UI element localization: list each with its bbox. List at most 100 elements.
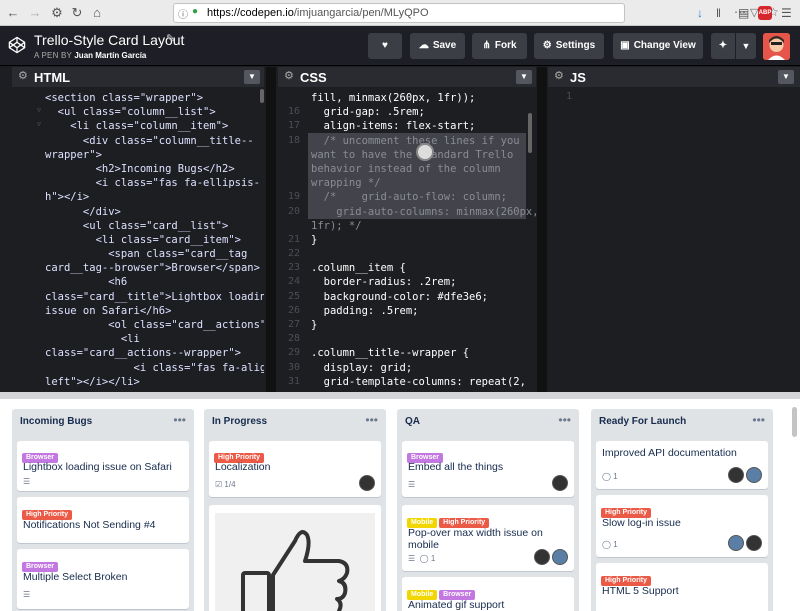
- html-code-line[interactable]: <ul class="card__list">: [45, 219, 264, 233]
- css-code-row[interactable]: 17 align-items: flex-start;: [278, 119, 536, 133]
- css-settings-gear-icon[interactable]: ⚙: [284, 69, 294, 82]
- css-code-row[interactable]: 30 display: grid;: [278, 361, 536, 375]
- editor-divider-2[interactable]: [537, 67, 547, 392]
- css-code-row[interactable]: 20 grid-auto-columns: minmax(260px,: [278, 205, 536, 219]
- url-bar[interactable]: ⓘ ● https://codepen.io/imjuangarcia/pen/…: [173, 3, 779, 23]
- codepen-logo-icon[interactable]: [8, 36, 26, 54]
- ellipsis-icon[interactable]: •••: [752, 413, 765, 427]
- css-code-row[interactable]: 22: [278, 247, 536, 261]
- css-code-row[interactable]: 28: [278, 332, 536, 346]
- user-avatar[interactable]: [763, 33, 790, 60]
- html-code-line[interactable]: <h2>Incoming Bugs</h2>: [45, 162, 264, 176]
- html-code-line[interactable]: left"></i></li>: [45, 375, 264, 389]
- css-code-row[interactable]: 23 .column__item {: [278, 261, 536, 275]
- save-button[interactable]: ☁ Save: [410, 33, 465, 59]
- menu-icon[interactable]: ☰: [781, 5, 792, 21]
- author-name[interactable]: Juan Martín García: [74, 51, 146, 60]
- js-settings-gear-icon[interactable]: ⚙: [554, 69, 564, 82]
- html-code-line[interactable]: <li class="column__item">: [45, 119, 264, 133]
- heart-button[interactable]: ♥: [368, 33, 402, 59]
- member-avatar[interactable]: [552, 549, 568, 565]
- card[interactable]: Browser Embed all the things ☰: [402, 441, 574, 497]
- html-code-line[interactable]: class="card__title">Lightbox loading: [45, 290, 264, 304]
- reload-icon[interactable]: ↻: [68, 4, 86, 22]
- css-scrollbar[interactable]: [528, 113, 532, 153]
- card[interactable]: Improved API documentation ◯ 1: [596, 441, 768, 489]
- css-code-row[interactable]: 19 /* grid-auto-flow: column;: [278, 190, 536, 204]
- sidebar-icon[interactable]: ▤: [738, 5, 749, 21]
- html-code-line[interactable]: <h6: [45, 275, 264, 289]
- html-code-line[interactable]: card__tag--browser">Browser</span>: [45, 261, 264, 275]
- js-editor[interactable]: 1: [548, 87, 800, 392]
- ellipsis-icon[interactable]: •••: [558, 413, 571, 427]
- css-code-row[interactable]: 26 padding: .5rem;: [278, 304, 536, 318]
- card[interactable]: Mobile High Priority Pop-over max width i…: [402, 505, 574, 571]
- css-code-row[interactable]: 1fr); */: [278, 219, 536, 233]
- css-code-row[interactable]: 16 grid-gap: .5rem;: [278, 105, 536, 119]
- card[interactable]: High Priority Slow log-in issue ◯ 1: [596, 495, 768, 557]
- html-code-line[interactable]: <li class="card__item">: [45, 233, 264, 247]
- member-avatar[interactable]: [746, 535, 762, 551]
- css-code-row[interactable]: 25 background-color: #dfe3e6;: [278, 290, 536, 304]
- card[interactable]: High Priority Notifications Not Sending …: [17, 497, 189, 543]
- js-editor-dropdown-icon[interactable]: ▼: [778, 70, 794, 84]
- member-avatar[interactable]: [534, 549, 550, 565]
- html-code-line[interactable]: wrapper">: [45, 148, 264, 162]
- css-code[interactable]: fill, minmax(260px, 1fr)); 16 grid-gap: .…: [278, 91, 536, 389]
- css-code-row[interactable]: want to have the standard Trello: [278, 148, 536, 162]
- html-code-line[interactable]: issue on Safari</h6>: [45, 304, 264, 318]
- html-code-line[interactable]: <ol class="card__actions">: [45, 318, 264, 332]
- adblock-icon[interactable]: ABP: [758, 6, 772, 20]
- fork-button[interactable]: ⋔ Fork: [472, 33, 527, 59]
- html-code-line[interactable]: </div>: [45, 205, 264, 219]
- pen-title[interactable]: Trello-Style Card Layout: [34, 32, 184, 48]
- pin-dropdown-button[interactable]: ▼: [736, 33, 756, 59]
- html-code-line[interactable]: <div class="column__title--: [45, 134, 264, 148]
- ellipsis-icon[interactable]: •••: [365, 413, 378, 427]
- css-code-row[interactable]: 29 .column__title--wrapper {: [278, 346, 536, 360]
- home-icon[interactable]: ⌂: [88, 4, 106, 22]
- css-code-row[interactable]: 21}: [278, 233, 536, 247]
- card[interactable]: High Priority HTML 5 Support: [596, 563, 768, 611]
- member-avatar[interactable]: [728, 467, 744, 483]
- card[interactable]: [209, 505, 381, 611]
- back-icon[interactable]: ←: [4, 4, 22, 22]
- change-view-button[interactable]: ▣ Change View: [613, 33, 703, 59]
- card[interactable]: High Priority Localization ☑ 1/4: [209, 441, 381, 497]
- download-icon[interactable]: ↓: [697, 5, 703, 21]
- member-avatar[interactable]: [359, 475, 375, 491]
- css-editor[interactable]: fill, minmax(260px, 1fr)); 16 grid-gap: .…: [278, 87, 536, 392]
- css-code-row[interactable]: 31 grid-template-columns: repeat(2,: [278, 375, 536, 389]
- html-settings-gear-icon[interactable]: ⚙: [18, 69, 28, 82]
- info-icon[interactable]: ⓘ: [178, 6, 188, 21]
- html-code-line[interactable]: <section class="wrapper">: [45, 91, 264, 105]
- card[interactable]: Browser Lightbox loading issue on Safari…: [17, 441, 189, 491]
- ellipsis-icon[interactable]: •••: [173, 413, 186, 427]
- html-code-line[interactable]: <span class="card__tag: [45, 247, 264, 261]
- result-scrollbar[interactable]: [792, 407, 797, 437]
- html-code-line[interactable]: <li: [45, 332, 264, 346]
- card[interactable]: Browser Multiple Select Broken ☰: [17, 549, 189, 609]
- css-editor-dropdown-icon[interactable]: ▼: [516, 70, 532, 84]
- member-avatar[interactable]: [552, 475, 568, 491]
- html-code-line[interactable]: <i class="fas fa-align-: [45, 361, 265, 375]
- html-code-line[interactable]: <ul class="column__list">: [45, 105, 264, 119]
- forward-icon[interactable]: →: [26, 4, 44, 22]
- html-editor-dropdown-icon[interactable]: ▼: [244, 70, 260, 84]
- card[interactable]: Mobile Browser Animated gif support: [402, 577, 574, 611]
- css-code-row[interactable]: fill, minmax(260px, 1fr));: [278, 91, 536, 105]
- pin-button[interactable]: ✦: [711, 33, 735, 59]
- member-avatar[interactable]: [746, 467, 762, 483]
- editor-divider[interactable]: [266, 67, 276, 392]
- html-editor[interactable]: ▿ ▿ <section class="wrapper"> <ul class=…: [12, 87, 264, 392]
- html-code-line[interactable]: <i class="fas fa-ellipsis-: [45, 176, 264, 190]
- pencil-icon[interactable]: ✎: [166, 32, 175, 45]
- css-code-row[interactable]: wrapping */: [278, 176, 536, 190]
- css-code-row[interactable]: 18 /* uncomment these lines if you: [278, 134, 536, 148]
- css-code-row[interactable]: 27}: [278, 318, 536, 332]
- html-code-line[interactable]: class="card__actions--wrapper">: [45, 346, 264, 360]
- css-code-row[interactable]: 24 border-radius: .2rem;: [278, 275, 536, 289]
- html-code-line[interactable]: h"></i>: [45, 190, 264, 204]
- css-code-row[interactable]: behavior instead of the column: [278, 162, 536, 176]
- member-avatar[interactable]: [728, 535, 744, 551]
